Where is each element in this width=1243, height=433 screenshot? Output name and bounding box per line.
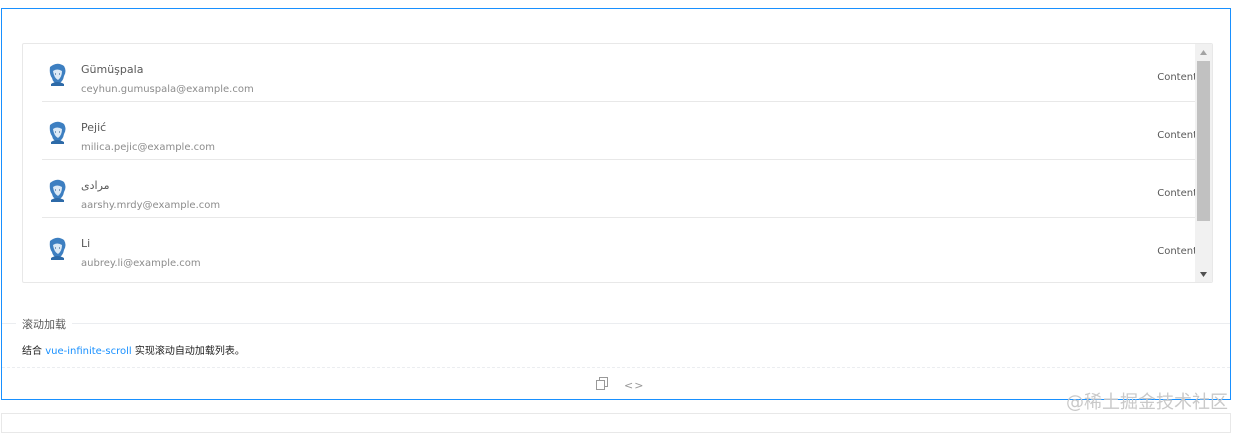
desc-suffix: 实现滚动自动加载列表。 (134, 346, 245, 357)
code-expand-icon[interactable]: <> (624, 379, 644, 392)
list-items: Gümüşpala ceyhun.gumuspala@example.com C… (42, 44, 1197, 282)
vue-infinite-scroll-link[interactable]: vue-infinite-scroll (45, 346, 132, 357)
item-email: milica.pejic@example.com (81, 142, 216, 153)
list-item: مرادی aarshy.mrdy@example.com Content (42, 160, 1197, 218)
item-email: ceyhun.gumuspala@example.com (81, 84, 254, 95)
avatar-icon (49, 237, 66, 260)
avatar-icon (49, 121, 66, 144)
item-content: Content (1157, 72, 1197, 83)
item-name: Gümüşpala (81, 63, 144, 76)
meta-divider (2, 323, 1230, 324)
copy-icon[interactable] (596, 377, 608, 390)
item-content: Content (1157, 130, 1197, 141)
list-item: Gümüşpala ceyhun.gumuspala@example.com C… (42, 44, 1197, 102)
next-demo-card (1, 413, 1231, 433)
item-name: Pejić (81, 121, 107, 134)
demo-title: 滚动加载 (16, 316, 72, 332)
desc-prefix: 结合 (22, 346, 42, 357)
list-item: Li aubrey.li@example.com Content (42, 218, 1197, 276)
item-email: aubrey.li@example.com (81, 258, 201, 269)
vertical-scrollbar[interactable] (1195, 44, 1212, 282)
demo-description: 结合 vue-infinite-scroll 实现滚动自动加载列表。 (22, 342, 245, 357)
item-email: aarshy.mrdy@example.com (81, 200, 221, 211)
item-content: Content (1157, 188, 1197, 199)
list-item: Pejić milica.pejic@example.com Content (42, 102, 1197, 160)
scrollbar-thumb[interactable] (1197, 61, 1210, 221)
avatar-icon (49, 63, 66, 86)
code-actions: <> (2, 367, 1230, 400)
item-name: مرادی (81, 179, 110, 192)
watermark: @稀土掘金技术社区 (1066, 392, 1228, 413)
scroll-down-arrow-icon[interactable] (1195, 266, 1212, 282)
item-content: Content (1157, 246, 1197, 257)
scroll-up-arrow-icon[interactable] (1195, 44, 1212, 60)
infinite-scroll-list[interactable]: Gümüşpala ceyhun.gumuspala@example.com C… (22, 43, 1213, 283)
avatar-icon (49, 179, 66, 202)
demo-card: Gümüşpala ceyhun.gumuspala@example.com C… (1, 8, 1231, 400)
item-name: Li (81, 237, 91, 250)
